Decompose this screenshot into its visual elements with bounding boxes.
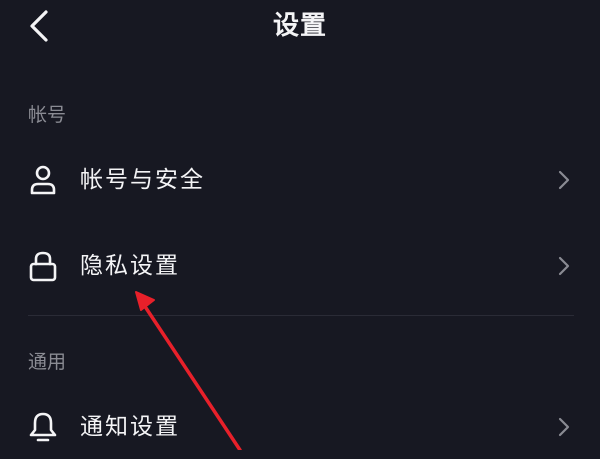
chevron-right-icon xyxy=(558,170,570,190)
section-divider xyxy=(28,315,574,316)
settings-row-label: 通知设置 xyxy=(80,414,180,440)
chevron-right-icon xyxy=(558,256,570,276)
bell-icon xyxy=(29,412,57,442)
top-bar: 设置 xyxy=(0,0,600,54)
settings-row-notifications[interactable]: 通知设置 xyxy=(0,395,600,459)
annotation-arrow xyxy=(135,291,242,450)
chevron-right-icon xyxy=(558,417,570,437)
section-header-general: 通用 xyxy=(28,351,67,373)
settings-row-account-security[interactable]: 帐号与安全 xyxy=(0,148,600,212)
settings-row-label: 隐私设置 xyxy=(80,253,180,279)
section-header-account: 帐号 xyxy=(28,104,67,126)
page-title: 设置 xyxy=(272,11,327,41)
settings-row-label: 帐号与安全 xyxy=(80,167,205,193)
user-icon xyxy=(30,165,56,195)
lock-icon xyxy=(29,251,57,282)
settings-row-privacy[interactable]: 隐私设置 xyxy=(0,234,600,298)
